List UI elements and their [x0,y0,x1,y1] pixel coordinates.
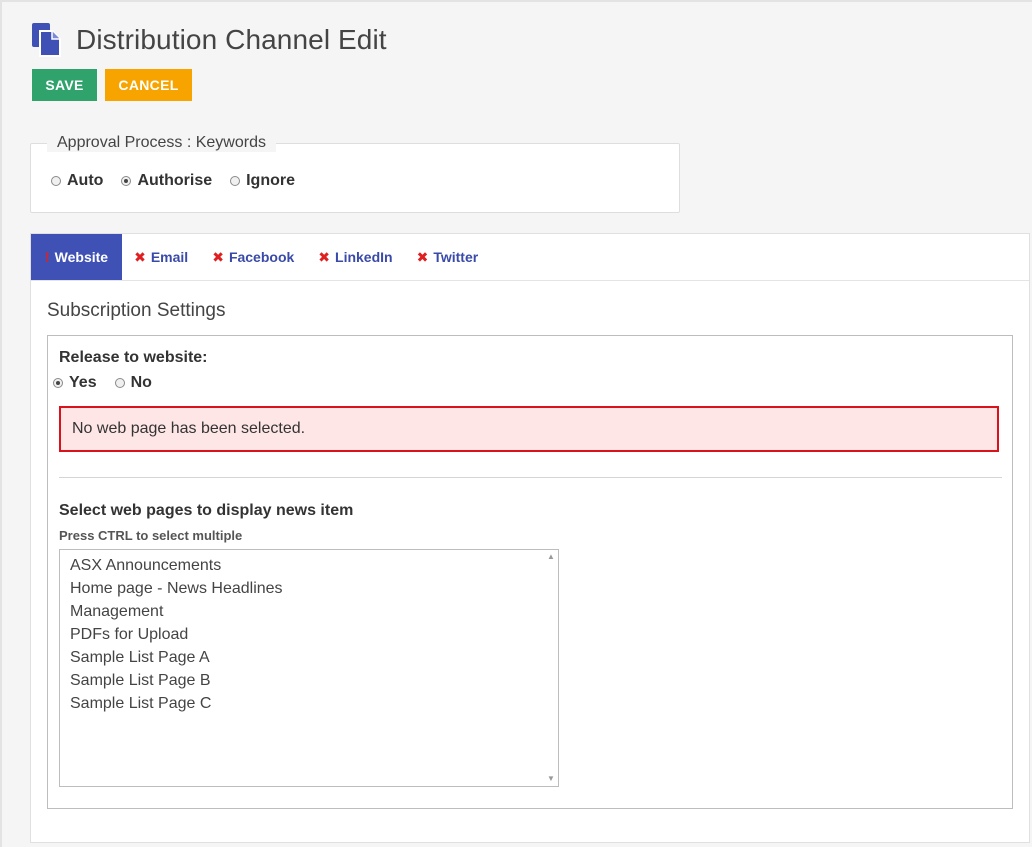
tab-label: Website [54,249,109,265]
x-icon: ✖ [134,249,146,265]
listbox-scrollbar[interactable]: ▲ ▼ [544,550,558,786]
tab-facebook[interactable]: ✖ Facebook [200,234,306,280]
cancel-button[interactable]: CANCEL [105,69,192,101]
approval-option-label: Auto [67,172,104,189]
radio-no[interactable] [114,378,125,388]
release-option-label: No [130,374,152,391]
approval-option-authorise[interactable]: Authorise [121,172,212,190]
subscription-settings-title: Subscription Settings [47,300,226,321]
approval-process-legend: Approval Process : Keywords [47,134,276,152]
approval-option-label: Ignore [246,172,295,189]
channel-panel: ! Website ✖ Email ✖ Facebook ✖ LinkedIn … [30,233,1030,843]
tab-email[interactable]: ✖ Email [122,234,200,280]
list-item[interactable]: PDFs for Upload [70,623,283,646]
list-item[interactable]: ASX Announcements [70,554,283,577]
save-button[interactable]: SAVE [32,69,97,101]
release-radio-group: Yes No [53,374,170,392]
release-to-website-label: Release to website: [59,349,208,366]
x-icon: ✖ [318,249,331,265]
list-item[interactable]: Home page - News Headlines [70,577,283,600]
select-web-pages-label: Select web pages to display news item [59,502,354,519]
approval-radio-group: Auto Authorise Ignore [51,172,313,190]
page-title: Distribution Channel Edit [76,24,387,55]
multi-select-hint: Press CTRL to select multiple [59,528,243,543]
radio-authorise[interactable] [121,176,132,186]
tab-label: Facebook [228,249,295,265]
channel-tabs: ! Website ✖ Email ✖ Facebook ✖ LinkedIn … [31,234,1029,281]
tab-label: Email [150,249,189,265]
web-pages-listbox[interactable]: ASX Announcements Home page - News Headl… [59,549,559,787]
tab-linkedin[interactable]: ✖ LinkedIn [306,234,404,280]
list-item[interactable]: Sample List Page C [70,692,283,715]
approval-option-ignore[interactable]: Ignore [230,172,295,190]
tab-label: Twitter [433,249,479,265]
list-item[interactable]: Sample List Page B [70,669,283,692]
approval-option-label: Authorise [137,172,213,189]
page-header: Distribution Channel Edit [30,22,387,58]
validation-alert-text: No web page has been selected. [72,420,306,437]
list-item[interactable]: Management [70,600,283,623]
exclamation-icon: ! [45,249,50,265]
x-icon: ✖ [212,249,224,265]
tab-twitter[interactable]: ✖ Twitter [405,234,491,280]
release-option-no[interactable]: No [114,374,152,392]
x-icon: ✖ [416,249,429,265]
scroll-down-icon[interactable]: ▼ [544,772,558,786]
window-top-border [0,0,1032,2]
release-option-label: Yes [69,374,97,391]
document-copy-icon [32,23,61,57]
approval-option-auto[interactable]: Auto [51,172,103,190]
approval-process-fieldset: Approval Process : Keywords Auto Authori… [30,134,680,213]
list-item[interactable]: Sample List Page A [70,646,283,669]
radio-auto[interactable] [51,176,61,186]
radio-ignore[interactable] [230,176,241,186]
radio-yes[interactable] [53,378,63,388]
tab-website[interactable]: ! Website [31,234,123,280]
divider [59,477,1002,478]
web-pages-list: ASX Announcements Home page - News Headl… [70,554,283,715]
validation-alert: No web page has been selected. [59,406,999,452]
release-option-yes[interactable]: Yes [53,374,97,392]
subscription-settings-box: Release to website: Yes No No web page h… [47,335,1013,809]
scroll-up-icon[interactable]: ▲ [544,550,558,564]
tab-label: LinkedIn [335,249,393,265]
window-left-border [0,0,2,847]
